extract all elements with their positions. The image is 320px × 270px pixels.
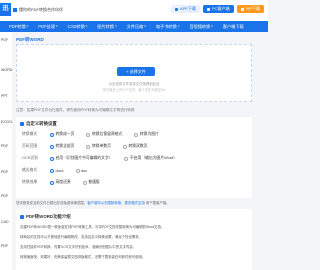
sidebar-item[interactable]: EXCEL: [1, 120, 13, 124]
radio-icon: [122, 144, 127, 149]
nav-file-compress[interactable]: 文件压缩 ▾: [122, 21, 151, 32]
radio-icon: [134, 132, 139, 137]
client-link[interactable]: 客户端可以无限制转换，更多格式支持: [87, 201, 145, 205]
option-radio[interactable]: 转换为图片: [134, 132, 159, 137]
sidebar-item[interactable]: PDF: [1, 38, 8, 42]
option-radio[interactable]: 转换单数页: [86, 144, 111, 149]
nav-cad-convert[interactable]: CAD转换 ▾: [63, 21, 93, 32]
option-radio[interactable]: docx: [50, 168, 64, 173]
brand-mark-icon: [13, 7, 17, 12]
site-logo[interactable]: 迅: [0, 3, 11, 16]
option-radio[interactable]: 转换双数页: [122, 144, 147, 149]
crown-icon: [240, 7, 244, 11]
select-file-button[interactable]: + 选择文件: [117, 67, 155, 76]
nav-pdf-convert[interactable]: PDF转换 ▾: [4, 21, 33, 32]
setting-row-ocr: OCR识别 启用（识别图片中可编辑的文字） 不启用（输出为图片Word）: [22, 155, 189, 162]
sidebar-item[interactable]: PPT: [1, 94, 8, 98]
intro-text: 迅捷PDF转WORD是一款免费在线PDF转换工具，可将PDF文档完整转换为可编辑…: [20, 225, 165, 229]
chevron-down-icon: ▾: [85, 24, 88, 28]
site-tagline: 懂你的PDF转换合作伙伴: [13, 7, 63, 13]
option-radio[interactable]: 转换全部页: [50, 144, 74, 149]
intro-text: 转换后的文档可以方便地进行编辑修改，支持自定义转换设置，满足个性化需求。: [20, 235, 143, 239]
scan-note: 注意：如果PDF文件为扫描件，请先使用PDF转换为可编辑文字再进行转换: [16, 108, 135, 112]
setting-row-format: 输出格式 docx doc: [22, 167, 99, 174]
sidebar-item[interactable]: WORD: [1, 68, 12, 72]
chevron-down-icon: ▾: [56, 24, 58, 28]
phone-icon: [174, 7, 178, 11]
conversion-settings: 自定义转换设置 转换模式 转换成一页 转换后保留原格式 转换为图片 页码范围 转…: [16, 117, 252, 198]
sidebar: PDF WORD PPT EXCEL PDF PDF PDF CAD PDF: [0, 32, 13, 270]
chevron-down-icon: ▾: [177, 24, 180, 28]
client-tip: 您未登录或当前文件已超出在线免费转换范围，客户端可以无限制转换，更多格式支持 请…: [16, 201, 170, 205]
option-radio[interactable]: doc: [75, 168, 87, 173]
app-download-button[interactable]: APP下载: [170, 5, 200, 13]
setting-label: 输出格式: [22, 168, 38, 172]
intro-text: 转换速度快、效果好，完美保留原文档排版格式，无需下载安装任何软件即可使用。: [20, 255, 146, 259]
setting-label: OCR识别: [22, 156, 39, 160]
pc-client-button[interactable]: PC客户端: [202, 5, 234, 13]
option-radio[interactable]: 启用（识别图片中可编辑的文字）: [50, 156, 112, 161]
settings-title: 自定义转换设置: [20, 121, 57, 127]
option-radio[interactable]: 高度还原: [50, 180, 71, 185]
option-radio[interactable]: 转换后保留原格式: [86, 132, 122, 137]
nav-av-convert[interactable]: 音视频转换 ▾: [184, 21, 217, 32]
radio-icon: [82, 180, 87, 185]
chevron-down-icon: ▾: [115, 24, 117, 28]
radio-selected-icon: [50, 132, 54, 137]
nav-ebook-convert[interactable]: 电子书转换 ▾: [151, 21, 184, 32]
upload-dropzone[interactable]: + 选择文件 点击选择文件或将文件拖拽到此处 单次最多上传10个文件，每个文件不…: [16, 44, 252, 102]
setting-label: 转换效果: [22, 180, 38, 184]
top-header: 迅 懂你的PDF转换合作伙伴 APP下载 PC客户端 VIP下载: [0, 0, 268, 21]
sidebar-item[interactable]: PDF: [1, 170, 8, 174]
page-title: PDF转WORD: [16, 37, 44, 42]
intro-title: PDF转WORD功能介绍: [20, 214, 71, 220]
radio-icon: [75, 168, 80, 173]
header-actions: APP下载 PC客户端 VIP下载: [170, 5, 264, 13]
upload-limit-hint: 单次最多上传10个文件，每个文件不超过2M: [102, 88, 166, 92]
nav-image-convert[interactable]: 图片转换 ▾: [92, 21, 121, 32]
option-radio[interactable]: 转换成一页: [50, 132, 74, 137]
sidebar-item[interactable]: PDF: [1, 244, 8, 248]
upload-hint: 点击选择文件或将文件拖拽到此处: [108, 82, 160, 86]
sidebar-item[interactable]: CAD: [1, 220, 9, 224]
setting-label: 转换模式: [22, 132, 38, 136]
radio-selected-icon: [50, 180, 54, 185]
radio-icon: [86, 144, 91, 149]
main-nav: PDF转换 ▾ PDF处理 ▾ CAD转换 ▾ 图片转换 ▾ 文件压缩 ▾ 电子书转换 ▾ …: [0, 21, 268, 32]
section-marker-icon: [20, 214, 24, 219]
desktop-icon: [206, 7, 210, 11]
radio-icon: [124, 156, 129, 161]
chevron-down-icon: ▾: [211, 24, 213, 28]
radio-icon: [86, 132, 91, 137]
setting-row-mode: 转换模式 转换成一页 转换后保留原格式 转换为图片: [22, 131, 171, 138]
radio-selected-icon: [50, 168, 54, 173]
option-radio[interactable]: 普通版: [82, 180, 100, 185]
sidebar-item[interactable]: PDF: [1, 144, 8, 148]
radio-selected-icon: [50, 144, 54, 149]
vip-download-button[interactable]: VIP下载: [236, 5, 264, 13]
nav-pdf-process[interactable]: PDF处理 ▾: [33, 21, 62, 32]
radio-selected-icon: [50, 156, 54, 161]
setting-label: 页码范围: [22, 144, 38, 148]
checkbox-icon[interactable]: [20, 121, 24, 126]
chevron-down-icon: ▾: [26, 24, 29, 28]
option-radio[interactable]: 不启用（输出为图片Word）: [124, 156, 177, 161]
chevron-down-icon: ▾: [144, 24, 146, 28]
setting-row-pages: 页码范围 转换全部页 转换单数页 转换双数页: [22, 143, 159, 150]
setting-row-quality: 转换效果 高度还原 普通版: [22, 179, 112, 186]
intro-text: 支持扫描件PDF转换，内置OCR文字识别技术，准确识别图片中的文字内容，: [20, 245, 137, 249]
sidebar-item[interactable]: PDF: [1, 194, 8, 198]
feature-intro: PDF转WORD功能介绍 迅捷PDF转WORD是一款免费在线PDF转换工具，可将…: [16, 209, 252, 270]
nav-client-download[interactable]: 客户端下载: [218, 21, 249, 32]
